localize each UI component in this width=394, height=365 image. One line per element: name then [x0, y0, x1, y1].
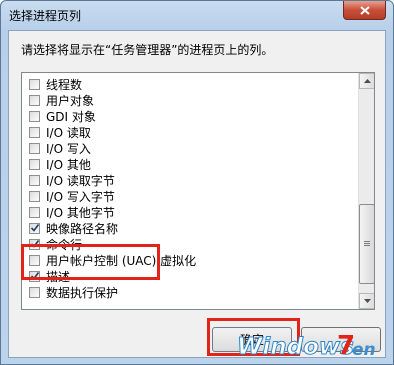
- close-icon: [359, 5, 370, 15]
- chevron-down-icon: [363, 299, 371, 303]
- list-item-label: GDI 对象: [46, 109, 96, 124]
- list-item-label: I/O 读取: [46, 125, 91, 140]
- scroll-down-button[interactable]: [359, 293, 374, 309]
- list-item[interactable]: I/O 读取: [29, 124, 91, 140]
- chevron-up-icon: [363, 79, 371, 83]
- window-title: 选择进程页列: [9, 9, 82, 23]
- checkbox[interactable]: [29, 78, 40, 90]
- list-item[interactable]: 用户对象: [29, 92, 94, 108]
- grip-icon: [364, 241, 370, 247]
- checkbox[interactable]: [29, 142, 40, 154]
- list-item[interactable]: 数据执行保护: [29, 284, 118, 300]
- vertical-scrollbar[interactable]: [358, 73, 374, 309]
- checkbox[interactable]: [29, 222, 40, 234]
- checkbox[interactable]: [29, 206, 40, 218]
- list-item[interactable]: 映像路径名称: [29, 220, 118, 236]
- annotation-highlight-box: [21, 244, 160, 280]
- checkmark-icon: [30, 223, 40, 232]
- list-item-label: I/O 其他字节: [46, 205, 115, 220]
- list-item-label: I/O 其他: [46, 157, 91, 172]
- list-item[interactable]: I/O 其他: [29, 156, 91, 172]
- list-item[interactable]: I/O 写入字节: [29, 188, 115, 204]
- cancel-button[interactable]: [301, 327, 381, 352]
- scroll-up-button[interactable]: [359, 73, 374, 89]
- list-item[interactable]: 线程数: [29, 76, 82, 92]
- list-item[interactable]: GDI 对象: [29, 108, 96, 124]
- list-item[interactable]: I/O 写入: [29, 140, 91, 156]
- list-item-label: I/O 写入字节: [46, 189, 115, 204]
- list-item-label: 映像路径名称: [46, 221, 119, 236]
- checkbox[interactable]: [29, 94, 40, 106]
- scroll-thumb[interactable]: [359, 204, 374, 284]
- list-item-label: 用户对象: [46, 93, 95, 108]
- dialog-window: 选择进程页列 请选择将显示在“任务管理器”的进程页上的列。 线程数 用户对象 GDI…: [0, 0, 394, 365]
- list-item-label: 数据执行保护: [46, 285, 119, 300]
- list-item[interactable]: I/O 读取字节: [29, 172, 115, 188]
- annotation-highlight-ok: [207, 318, 300, 356]
- close-button[interactable]: [343, 1, 386, 20]
- title-bar[interactable]: 选择进程页列: [1, 1, 393, 31]
- list-item[interactable]: I/O 其他字节: [29, 204, 115, 220]
- list-item-label: I/O 写入: [46, 141, 91, 156]
- checkbox[interactable]: [29, 126, 40, 138]
- instruction-text: 请选择将显示在“任务管理器”的进程页上的列。: [21, 43, 274, 57]
- dialog-body: 请选择将显示在“任务管理器”的进程页上的列。 线程数 用户对象 GDI 对象 I/O …: [8, 30, 386, 361]
- checkbox[interactable]: [29, 110, 40, 122]
- list-item-label: 线程数: [46, 77, 83, 92]
- list-item-label: I/O 读取字节: [46, 173, 115, 188]
- checkbox[interactable]: [29, 174, 40, 186]
- checkbox[interactable]: [29, 286, 40, 298]
- checkbox[interactable]: [29, 190, 40, 202]
- checkbox[interactable]: [29, 158, 40, 170]
